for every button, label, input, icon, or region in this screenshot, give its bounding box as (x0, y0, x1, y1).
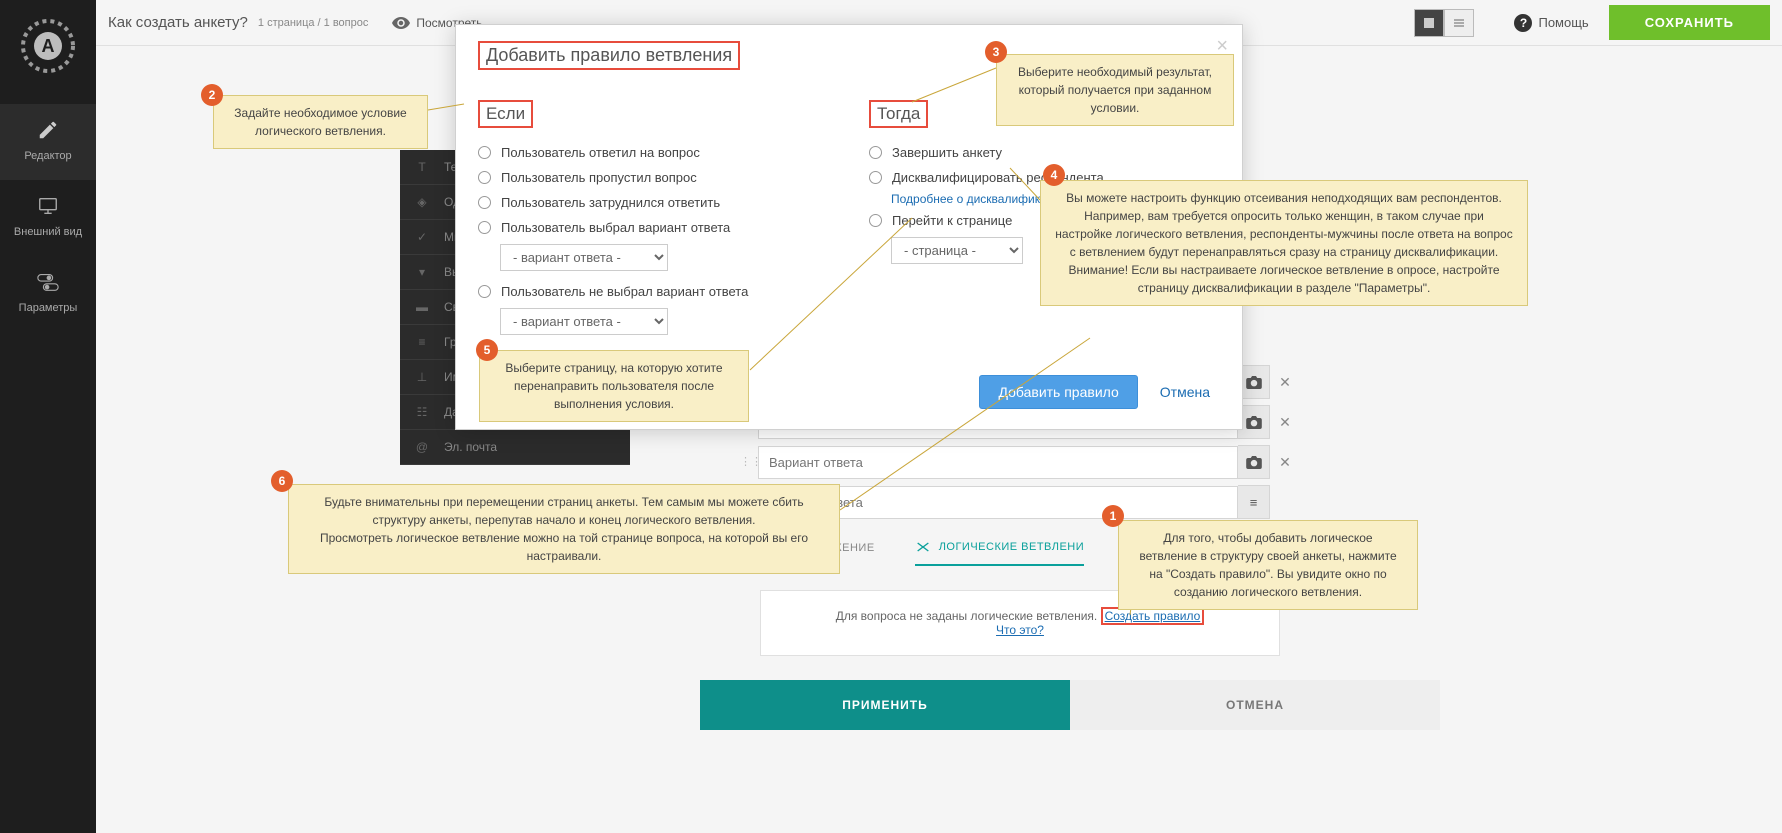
condition-radio[interactable]: Пользователь выбрал вариант ответа (478, 215, 829, 240)
delete-answer-button[interactable]: ✕ (1270, 454, 1300, 471)
app-logo: A (20, 18, 76, 74)
cancel-modal-button[interactable]: Отмена (1150, 376, 1220, 408)
callout-2: Задайте необходимое условие логического … (213, 95, 428, 149)
callout-1: Для того, чтобы добавить логическое ветв… (1118, 520, 1418, 610)
callout-badge-4: 4 (1043, 164, 1065, 186)
eye-icon (392, 17, 410, 29)
callout-badge-2: 2 (201, 84, 223, 106)
callout-badge-5: 5 (476, 339, 498, 361)
delete-answer-button[interactable]: ✕ (1270, 414, 1300, 431)
then-heading: Тогда (869, 100, 928, 128)
left-sidebar: A Редактор Внешний вид Параметры (0, 0, 96, 833)
answer-input[interactable] (758, 446, 1238, 479)
condition-radio[interactable]: Пользователь не выбрал вариант ответа (478, 279, 829, 304)
condition-radio[interactable]: Пользователь ответил на вопрос (478, 140, 829, 165)
monitor-icon (36, 194, 60, 218)
list-icon[interactable]: ≡ (1238, 485, 1270, 519)
view-list-button[interactable] (1444, 9, 1474, 37)
callout-4: Вы можете настроить функцию отсеивания н… (1040, 180, 1528, 306)
sidebar-item-params[interactable]: Параметры (0, 256, 96, 332)
toggles-icon (36, 270, 60, 294)
callout-badge-1: 1 (1102, 505, 1124, 527)
view-grid-button[interactable] (1414, 9, 1444, 37)
qtype-row[interactable]: @Эл. почта (400, 430, 630, 465)
view-mode-group (1414, 9, 1474, 37)
result-radio[interactable]: Завершить анкету (869, 140, 1220, 165)
callout-6: Будьте внимательны при перемещении стран… (288, 484, 840, 574)
help-icon: ? (1514, 14, 1532, 32)
if-column: Если Пользователь ответил на вопрос Поль… (478, 100, 829, 335)
answer-option-select-2[interactable]: - вариант ответа - (500, 308, 668, 335)
drag-handle-icon[interactable]: ⋮⋮ (740, 459, 758, 465)
pencil-icon (36, 118, 60, 142)
page-title: Как создать анкету? (108, 14, 248, 31)
page-subtitle: 1 страница / 1 вопрос (258, 17, 368, 29)
logo-letter: A (34, 32, 62, 60)
condition-radio[interactable]: Пользователь пропустил вопрос (478, 165, 829, 190)
add-rule-button[interactable]: Добавить правило (979, 375, 1137, 409)
answer-option-select-1[interactable]: - вариант ответа - (500, 244, 668, 271)
callout-badge-6: 6 (271, 470, 293, 492)
if-heading: Если (478, 100, 533, 128)
answer-row: ⋮⋮ ✕ (740, 445, 1300, 479)
modal-title: Добавить правило ветвления (478, 41, 740, 70)
apply-button[interactable]: ПРИМЕНИТЬ (700, 680, 1070, 730)
sidebar-item-appearance[interactable]: Внешний вид (0, 180, 96, 256)
condition-radio[interactable]: Пользователь затруднился ответить (478, 190, 829, 215)
callout-badge-3: 3 (985, 41, 1007, 63)
save-button[interactable]: СОХРАНИТЬ (1609, 5, 1770, 40)
bottom-actions: ПРИМЕНИТЬ ОТМЕНА (700, 680, 1440, 730)
branch-icon (915, 540, 931, 554)
subtab-logic[interactable]: ЛОГИЧЕСКИЕ ВЕТВЛЕНИ (915, 540, 1084, 566)
delete-answer-button[interactable]: ✕ (1270, 374, 1300, 391)
camera-icon[interactable] (1238, 445, 1270, 479)
help-link[interactable]: ? Помощь (1514, 14, 1588, 32)
callout-5: Выберите страницу, на которую хотите пер… (479, 350, 749, 422)
sidebar-item-editor[interactable]: Редактор (0, 104, 96, 180)
what-is-this-link[interactable]: Что это? (996, 623, 1044, 637)
callout-3: Выберите необходимый результат, который … (996, 54, 1234, 126)
page-select[interactable]: - страница - (891, 237, 1023, 264)
cancel-bottom-button[interactable]: ОТМЕНА (1070, 680, 1440, 730)
